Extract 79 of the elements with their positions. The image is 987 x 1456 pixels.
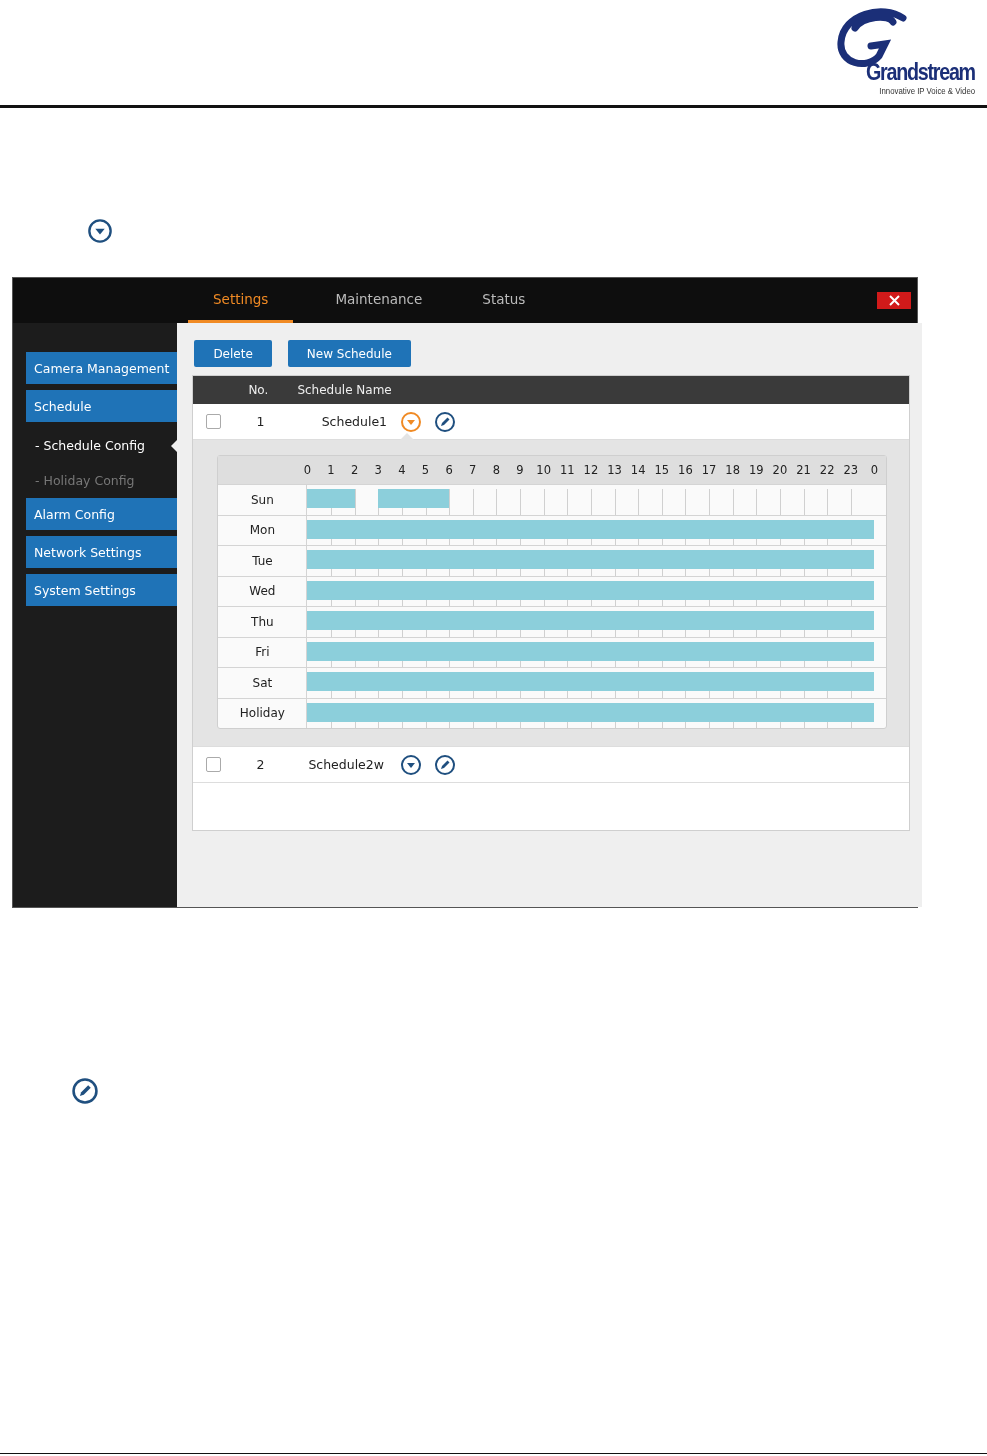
sidebar-subitem[interactable]: - Schedule Config bbox=[35, 438, 145, 453]
table-cell-text: Schedule2w bbox=[308, 757, 385, 772]
tab[interactable]: Status bbox=[464, 278, 544, 323]
sidebar-item[interactable]: System Settings bbox=[26, 574, 178, 606]
hour-label: 6 bbox=[444, 463, 454, 477]
sidebar-item[interactable]: Network Settings bbox=[26, 536, 178, 568]
expand-icon[interactable] bbox=[400, 753, 423, 776]
hour-label: 16 bbox=[677, 463, 694, 477]
toolbar-button[interactable]: Delete bbox=[194, 340, 272, 367]
toolbar-button[interactable]: New Schedule bbox=[287, 340, 411, 367]
hour-label: 17 bbox=[700, 463, 718, 477]
day-label: Wed bbox=[249, 584, 276, 599]
expand-icon bbox=[87, 218, 113, 244]
column-header: No. bbox=[248, 383, 270, 397]
hour-label: 21 bbox=[795, 463, 812, 477]
sidebar-item[interactable]: Camera Management bbox=[26, 352, 178, 384]
edit-icon[interactable] bbox=[434, 753, 457, 776]
schedule-slot[interactable] bbox=[307, 611, 331, 630]
day-label: Thu bbox=[251, 614, 274, 629]
edit-icon bbox=[71, 1077, 99, 1105]
close-button[interactable] bbox=[877, 292, 911, 309]
edit-icon[interactable] bbox=[434, 410, 457, 433]
schedule-slot[interactable] bbox=[307, 580, 331, 600]
hour-label: 13 bbox=[606, 463, 623, 477]
hour-label: 8 bbox=[491, 463, 502, 477]
hour-label: 5 bbox=[420, 463, 431, 477]
schedule-slot[interactable] bbox=[331, 489, 355, 508]
schedule-slot[interactable] bbox=[307, 702, 331, 722]
schedule-slot[interactable] bbox=[307, 489, 331, 508]
hour-label: 4 bbox=[397, 463, 407, 477]
day-label: Fri bbox=[255, 645, 270, 660]
hour-label: 19 bbox=[747, 463, 765, 477]
hour-label: 23 bbox=[842, 463, 860, 477]
hour-label: 2 bbox=[349, 463, 360, 477]
hour-label: 14 bbox=[629, 463, 647, 477]
day-label: Sun bbox=[250, 492, 274, 507]
tab[interactable]: Maintenance bbox=[317, 278, 441, 323]
checkbox[interactable] bbox=[206, 757, 222, 772]
schedule-slot[interactable] bbox=[425, 489, 450, 508]
logo-tagline: Innovative IP Voice & Video bbox=[879, 86, 975, 96]
schedule-slot[interactable] bbox=[850, 580, 875, 600]
sidebar-subitem[interactable]: - Holiday Config bbox=[35, 473, 135, 488]
sidebar-item[interactable]: Schedule bbox=[26, 390, 178, 422]
schedule-slot[interactable] bbox=[850, 611, 875, 630]
table-cell-text: 1 bbox=[256, 414, 266, 429]
hour-label: 11 bbox=[558, 463, 576, 477]
hour-label: 7 bbox=[468, 463, 478, 477]
schedule-slot[interactable] bbox=[307, 550, 331, 569]
hour-label: 22 bbox=[818, 463, 836, 477]
table-cell-text: 2 bbox=[256, 757, 266, 772]
column-header: Schedule Name bbox=[297, 383, 392, 397]
schedule-slot[interactable] bbox=[850, 550, 875, 569]
logo-wordmark: Grandstream bbox=[866, 58, 975, 86]
schedule-slot[interactable] bbox=[378, 489, 402, 508]
schedule-slot[interactable] bbox=[307, 519, 331, 539]
schedule-slot[interactable] bbox=[850, 641, 875, 661]
day-label: Tue bbox=[252, 553, 273, 568]
checkbox[interactable] bbox=[206, 414, 222, 429]
day-label: Holiday bbox=[239, 706, 285, 721]
day-label: Mon bbox=[249, 523, 276, 538]
hour-label: 0 bbox=[302, 463, 313, 477]
hour-label: 20 bbox=[771, 463, 789, 477]
table-cell-text: Schedule1 bbox=[320, 414, 389, 429]
sidebar-item[interactable]: Alarm Config bbox=[26, 498, 178, 530]
hour-label: 3 bbox=[373, 463, 383, 477]
hour-label: 0 bbox=[869, 463, 880, 477]
hour-label: 10 bbox=[535, 463, 552, 477]
schedule-slot[interactable] bbox=[850, 672, 875, 691]
schedule-slot[interactable] bbox=[307, 641, 331, 661]
schedule-slot[interactable] bbox=[307, 672, 331, 691]
day-label: Sat bbox=[252, 675, 273, 690]
hour-label: 1 bbox=[326, 463, 336, 477]
schedule-slot[interactable] bbox=[850, 702, 875, 722]
close-icon bbox=[888, 295, 900, 306]
hour-label: 12 bbox=[582, 463, 600, 477]
schedule-slot[interactable] bbox=[850, 519, 875, 539]
hour-label: 18 bbox=[724, 463, 741, 477]
hour-label: 15 bbox=[653, 463, 671, 477]
hour-label: 9 bbox=[515, 463, 525, 477]
